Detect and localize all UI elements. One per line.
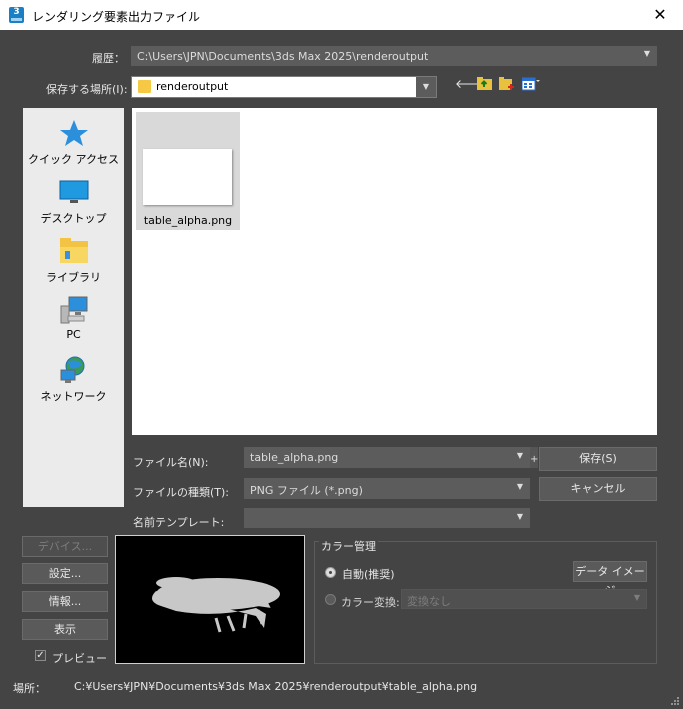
history-label: 履歴： bbox=[92, 52, 125, 65]
folder-icon bbox=[138, 80, 151, 93]
filename-label: ファイル名(N): bbox=[133, 456, 209, 469]
chevron-down-icon: ▼ bbox=[516, 512, 523, 521]
convert-value: 変換なし bbox=[407, 595, 451, 608]
filetype-label: ファイルの種類(T): bbox=[133, 486, 230, 499]
data-image-button[interactable]: データ イメージ bbox=[573, 561, 647, 597]
history-dropdown[interactable]: C:\Users\JPN\Documents\3ds Max 2025\rend… bbox=[131, 46, 657, 66]
resize-grip-icon[interactable] bbox=[670, 696, 680, 706]
place-desktop[interactable]: デスクトップ bbox=[23, 180, 124, 226]
chevron-down-icon: ▼ bbox=[516, 482, 523, 491]
convert-label: カラー変換: bbox=[341, 596, 400, 609]
computer-icon bbox=[60, 296, 87, 324]
place-label: PC bbox=[66, 328, 81, 341]
name-template-label: 名前テンプレート: bbox=[133, 516, 225, 529]
history-value: C:\Users\JPN\Documents\3ds Max 2025\rend… bbox=[137, 50, 429, 63]
places-bar: クイック アクセス デスクトップ ライブラリ PC ネットワーク bbox=[23, 108, 124, 507]
save-in-label: 保存する場所(I): bbox=[46, 83, 128, 96]
desktop-icon bbox=[59, 180, 88, 203]
save-button[interactable]: 保存(S) bbox=[539, 447, 657, 471]
chevron-down-icon: ▼ bbox=[516, 451, 523, 460]
color-management-title: カラー管理 bbox=[319, 538, 378, 554]
star-icon bbox=[59, 120, 88, 146]
auto-label: 自動(推奨) bbox=[342, 568, 395, 581]
place-quick-access[interactable]: クイック アクセス bbox=[23, 119, 124, 167]
filename-plus-button[interactable]: + bbox=[530, 447, 538, 468]
place-label: デスクトップ bbox=[40, 212, 107, 225]
chevron-down-icon: ▼ bbox=[633, 593, 640, 602]
preview-label: プレビュー bbox=[52, 652, 107, 665]
chevron-down-icon: ▼ bbox=[416, 77, 436, 97]
filetype-dropdown[interactable]: PNG ファイル (*.png) ▼ bbox=[244, 478, 530, 499]
filename-value: table_alpha.png bbox=[250, 451, 339, 464]
file-item[interactable]: table_alpha.png bbox=[136, 112, 240, 230]
place-library[interactable]: ライブラリ bbox=[23, 237, 124, 285]
convert-radio[interactable] bbox=[325, 594, 336, 605]
app-3dsmax-icon: 3 bbox=[9, 7, 24, 23]
table-alpha-silhouette bbox=[152, 577, 280, 633]
place-network[interactable]: ネットワーク bbox=[23, 356, 124, 404]
auto-radio[interactable] bbox=[325, 567, 336, 578]
place-label: クイック アクセス bbox=[28, 153, 119, 166]
back-arrow-icon[interactable]: 🡐 bbox=[455, 78, 487, 90]
view-menu-icon[interactable] bbox=[521, 76, 540, 91]
file-list[interactable]: table_alpha.png bbox=[132, 108, 657, 435]
place-label: ライブラリ bbox=[46, 271, 101, 284]
title-bar: 3 レンダリング要素出力ファイル ✕ bbox=[0, 0, 683, 30]
color-convert-dropdown[interactable]: 変換なし ▼ bbox=[401, 589, 647, 609]
setup-button[interactable]: 設定... bbox=[22, 563, 108, 584]
filetype-value: PNG ファイル (*.png) bbox=[250, 484, 363, 497]
name-template-dropdown[interactable]: ▼ bbox=[244, 508, 530, 528]
devices-button[interactable]: デバイス... bbox=[22, 536, 108, 557]
place-label: ネットワーク bbox=[40, 390, 107, 403]
filename-input[interactable]: table_alpha.png ▼ bbox=[244, 447, 530, 468]
close-icon[interactable]: ✕ bbox=[637, 0, 683, 30]
location-label: 場所： bbox=[13, 682, 46, 695]
network-icon bbox=[60, 356, 84, 383]
save-in-value: renderoutput bbox=[156, 80, 229, 93]
file-thumbnail bbox=[143, 149, 232, 205]
preview-checkbox[interactable]: ✓ bbox=[35, 650, 46, 661]
info-button[interactable]: 情報... bbox=[22, 591, 108, 612]
cancel-button[interactable]: キャンセル bbox=[539, 477, 657, 501]
library-folder-icon bbox=[59, 238, 88, 263]
window-title: レンダリング要素出力ファイル bbox=[32, 10, 201, 24]
chevron-down-icon: ▼ bbox=[643, 49, 650, 58]
preview-image bbox=[115, 535, 305, 664]
view-button[interactable]: 表示 bbox=[22, 619, 108, 640]
new-folder-icon[interactable] bbox=[499, 76, 515, 91]
up-one-level-icon[interactable] bbox=[477, 76, 492, 90]
place-pc[interactable]: PC bbox=[23, 296, 124, 341]
file-name: table_alpha.png bbox=[143, 214, 233, 227]
location-value: C:¥Users¥JPN¥Documents¥3ds Max 2025¥rend… bbox=[74, 680, 478, 693]
save-in-dropdown[interactable]: renderoutput ▼ bbox=[131, 76, 437, 98]
